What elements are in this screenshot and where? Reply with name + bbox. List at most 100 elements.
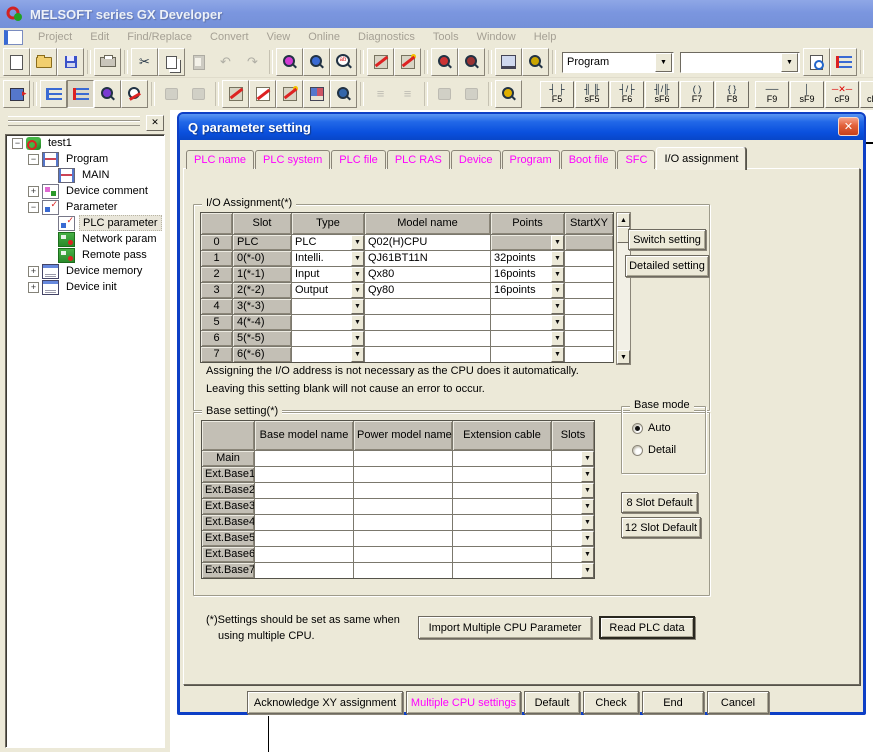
extension-cable-cell[interactable] bbox=[453, 531, 551, 546]
power-model-cell[interactable] bbox=[354, 531, 452, 546]
ladder-key-cf9[interactable]: ─✕─cF9 bbox=[825, 81, 859, 108]
io-model-cell[interactable] bbox=[365, 347, 490, 362]
extension-cable-cell[interactable] bbox=[453, 483, 551, 498]
io-grid-button[interactable] bbox=[303, 80, 330, 108]
base-slots-cell[interactable]: ▼ bbox=[552, 499, 594, 514]
base-row-header-ext-base2[interactable]: Ext.Base2 bbox=[202, 483, 254, 498]
io-startxy-cell[interactable] bbox=[565, 235, 613, 250]
io-startxy-cell[interactable] bbox=[565, 267, 613, 282]
power-model-cell[interactable] bbox=[354, 483, 452, 498]
io-row-header-2[interactable]: 2 bbox=[201, 267, 232, 282]
extension-cable-cell[interactable] bbox=[453, 451, 551, 466]
io-points-cell[interactable]: ▼ bbox=[491, 347, 564, 362]
ladder-key-f7[interactable]: ( )F7 bbox=[680, 81, 714, 108]
default-button[interactable]: Default bbox=[524, 691, 580, 714]
io-points-cell[interactable]: 16points▼ bbox=[491, 267, 564, 282]
chevron-down-icon[interactable]: ▼ bbox=[351, 299, 364, 314]
power-model-cell[interactable] bbox=[354, 563, 452, 578]
monitor-watch-button[interactable] bbox=[330, 80, 357, 108]
ladder-view-button[interactable] bbox=[40, 80, 67, 108]
io-startxy-cell[interactable] bbox=[565, 331, 613, 346]
sidebar-item-device-init[interactable]: +Device init bbox=[6, 279, 164, 295]
tab-plc-file[interactable]: PLC file bbox=[331, 150, 386, 169]
base-mode-detail-radio[interactable]: Detail bbox=[632, 443, 676, 457]
read-plc-data-button[interactable]: Read PLC data bbox=[599, 616, 695, 639]
ladder-key-sf9[interactable]: │sF9 bbox=[790, 81, 824, 108]
menu-edit[interactable]: Edit bbox=[81, 29, 118, 46]
base-slots-cell[interactable]: ▼ bbox=[552, 563, 594, 578]
extension-cable-cell[interactable] bbox=[453, 467, 551, 482]
chevron-down-icon[interactable]: ▼ bbox=[351, 251, 364, 266]
base-model-cell[interactable] bbox=[255, 547, 353, 562]
tab-plc-system[interactable]: PLC system bbox=[255, 150, 330, 169]
base-mode-auto-radio[interactable]: Auto bbox=[632, 421, 671, 435]
tab-boot-file[interactable]: Boot file bbox=[561, 150, 617, 169]
base-slots-cell[interactable]: ▼ bbox=[552, 531, 594, 546]
base-slots-cell[interactable]: ▼ bbox=[552, 451, 594, 466]
sidebar-item-remote-pass[interactable]: −Remote pass bbox=[6, 247, 164, 263]
dialog-titlebar[interactable]: Q parameter setting ✕ bbox=[179, 114, 864, 140]
chevron-down-icon[interactable]: ▼ bbox=[551, 299, 564, 314]
io-model-cell[interactable]: Qx80 bbox=[365, 267, 490, 282]
tree-close-button[interactable]: ✕ bbox=[146, 115, 164, 131]
menu-view[interactable]: View bbox=[258, 29, 300, 46]
menu-tools[interactable]: Tools bbox=[424, 29, 468, 46]
project-zoom-button[interactable] bbox=[522, 48, 549, 76]
device-test-button[interactable] bbox=[222, 80, 249, 108]
io-model-cell[interactable]: QJ61BT11N bbox=[365, 251, 490, 266]
copy-button[interactable] bbox=[158, 48, 185, 76]
new-project-button[interactable] bbox=[3, 48, 30, 76]
chevron-down-icon[interactable]: ▼ bbox=[551, 331, 564, 346]
base-model-cell[interactable] bbox=[255, 515, 353, 530]
chevron-down-icon[interactable]: ▼ bbox=[581, 563, 594, 578]
io-row-header-0[interactable]: 0 bbox=[201, 235, 232, 250]
sidebar-item-network-param[interactable]: −Network param bbox=[6, 231, 164, 247]
base-model-cell[interactable] bbox=[255, 467, 353, 482]
tab-program[interactable]: Program bbox=[502, 150, 560, 169]
io-model-cell[interactable] bbox=[365, 299, 490, 314]
comment-display-button[interactable] bbox=[803, 48, 830, 76]
menu-online[interactable]: Online bbox=[299, 29, 349, 46]
tree-panel-grip[interactable] bbox=[8, 121, 140, 126]
base-row-header-ext-base6[interactable]: Ext.Base6 bbox=[202, 547, 254, 562]
switch-setting-button[interactable]: Switch setting bbox=[628, 229, 706, 250]
tab-plc-name[interactable]: PLC name bbox=[186, 150, 254, 169]
tab-plc-ras[interactable]: PLC RAS bbox=[387, 150, 450, 169]
io-row-header-6[interactable]: 6 bbox=[201, 331, 232, 346]
ladder-key-f6[interactable]: ┤/├F6 bbox=[610, 81, 644, 108]
extension-cable-cell[interactable] bbox=[453, 515, 551, 530]
device-search-box[interactable]: ▼ bbox=[680, 52, 800, 73]
print-button[interactable] bbox=[94, 48, 121, 76]
ladder-key-cf10[interactable]: ✕cF10 bbox=[860, 81, 873, 108]
chevron-down-icon[interactable]: ▼ bbox=[351, 347, 364, 362]
io-row-header-4[interactable]: 4 bbox=[201, 299, 232, 314]
io-type-cell[interactable]: Input▼ bbox=[292, 267, 364, 282]
detailed-setting-button[interactable]: Detailed setting bbox=[625, 255, 709, 277]
expand-icon[interactable]: + bbox=[28, 282, 39, 293]
chevron-down-icon[interactable]: ▼ bbox=[551, 251, 564, 266]
ladder-edit-find-button[interactable] bbox=[121, 80, 148, 108]
cancel-button[interactable]: Cancel bbox=[707, 691, 769, 714]
menu-window[interactable]: Window bbox=[468, 29, 525, 46]
chevron-down-icon[interactable]: ▼ bbox=[581, 483, 594, 498]
base-model-cell[interactable] bbox=[255, 531, 353, 546]
multiple-cpu-settings-button[interactable]: Multiple CPU settings bbox=[406, 691, 521, 714]
io-row-header-7[interactable]: 7 bbox=[201, 347, 232, 362]
radio-icon[interactable] bbox=[632, 445, 643, 456]
io-startxy-cell[interactable] bbox=[565, 315, 613, 330]
io-points-cell[interactable]: ▼ bbox=[491, 315, 564, 330]
project-tree-toggle-button[interactable] bbox=[830, 48, 857, 76]
dialog-close-button[interactable]: ✕ bbox=[838, 117, 859, 136]
program-selector[interactable]: Program▼ bbox=[562, 52, 674, 73]
io-points-cell[interactable]: ▼ bbox=[491, 235, 564, 250]
base-slots-cell[interactable]: ▼ bbox=[552, 467, 594, 482]
io-startxy-cell[interactable] bbox=[565, 283, 613, 298]
device-zoom-button[interactable] bbox=[431, 48, 458, 76]
chevron-down-icon[interactable]: ▼ bbox=[581, 467, 594, 482]
io-points-cell[interactable]: 16points▼ bbox=[491, 283, 564, 298]
chevron-down-icon[interactable]: ▼ bbox=[351, 283, 364, 298]
menu-find-replace[interactable]: Find/Replace bbox=[118, 29, 201, 46]
coil-zoom-button[interactable] bbox=[458, 48, 485, 76]
power-model-cell[interactable] bbox=[354, 499, 452, 514]
ladder-find-button[interactable] bbox=[94, 80, 121, 108]
